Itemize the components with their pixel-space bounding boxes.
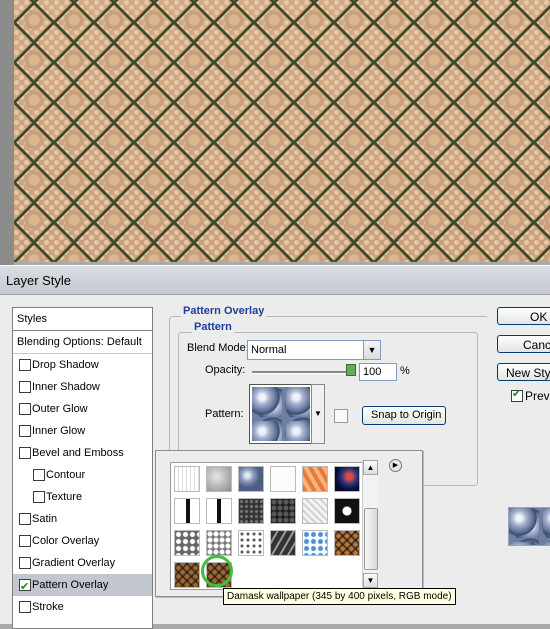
style-checkbox[interactable] [33, 491, 45, 503]
style-item-inner-glow[interactable]: Inner Glow [13, 420, 152, 442]
pattern-thumb-dark-granite[interactable] [238, 498, 264, 524]
style-item-bevel-and-emboss[interactable]: Bevel and Emboss [13, 442, 152, 464]
style-item-drop-shadow[interactable]: Drop Shadow [13, 354, 152, 376]
selected-pattern-highlight-ring [201, 555, 233, 587]
style-item-satin[interactable]: Satin [13, 508, 152, 530]
pattern-thumb-damask-small[interactable] [334, 530, 360, 556]
pattern-thumbnail-grid [170, 462, 364, 590]
scroll-down-arrow-icon[interactable]: ▼ [363, 573, 378, 588]
style-item-label: Bevel and Emboss [32, 447, 124, 459]
style-item-gradient-overlay[interactable]: Gradient Overlay [13, 552, 152, 574]
opacity-label: Opacity: [205, 364, 246, 376]
pattern-dropdown-button[interactable]: ▼ [311, 384, 325, 444]
bubbles-pattern-preview [252, 387, 310, 441]
pattern-thumb-blue-circles[interactable] [302, 530, 328, 556]
pattern-thumb-black-diagonal[interactable] [270, 530, 296, 556]
pattern-thumb-dark-mosaic[interactable] [270, 498, 296, 524]
pattern-thumb-damask-wallpaper[interactable] [174, 562, 200, 588]
pattern-swatch-bubbles[interactable] [249, 384, 313, 444]
pattern-overlay-title: Pattern Overlay [181, 305, 267, 317]
blending-options-item[interactable]: Blending Options: Default [13, 331, 152, 354]
pattern-thumb-orange-tile[interactable] [302, 466, 328, 492]
pattern-thumb-black-line-2[interactable] [206, 498, 232, 524]
scroll-thumb[interactable] [364, 508, 378, 570]
style-item-label: Gradient Overlay [32, 557, 116, 569]
style-item-label: Contour [46, 469, 86, 481]
style-checkbox[interactable] [19, 447, 31, 459]
style-checkbox[interactable] [19, 576, 31, 598]
style-checkbox[interactable] [19, 359, 31, 371]
styles-header[interactable]: Styles [13, 308, 152, 331]
style-checkbox[interactable] [33, 469, 45, 481]
pattern-thumb-dark-blue-space[interactable] [334, 466, 360, 492]
opacity-slider-thumb[interactable] [346, 364, 356, 376]
pattern-thumb-black-line[interactable] [174, 498, 200, 524]
dialog-title: Layer Style [6, 273, 72, 288]
style-item-outer-glow[interactable]: Outer Glow [13, 398, 152, 420]
style-item-label: Color Overlay [32, 535, 100, 547]
blend-mode-value: Normal [251, 344, 287, 356]
preview-checkbox-row[interactable]: Prev [510, 387, 550, 404]
pattern-thumb-gray-lace[interactable] [174, 530, 200, 556]
style-item-label: Texture [46, 491, 83, 503]
document-canvas-damask-pattern [14, 0, 550, 262]
document-edge [0, 0, 14, 265]
style-item-contour[interactable]: Contour [13, 464, 152, 486]
style-checkbox[interactable] [19, 403, 31, 415]
opacity-input[interactable]: 100 [359, 363, 397, 381]
pattern-thumb-sketch-dots[interactable] [174, 466, 200, 492]
pattern-label: Pattern: [205, 408, 244, 420]
ok-button[interactable]: OK [497, 307, 550, 325]
style-item-color-overlay[interactable]: Color Overlay [13, 530, 152, 552]
pattern-group-title: Pattern [192, 321, 234, 333]
style-checkbox[interactable] [19, 535, 31, 547]
style-checkbox[interactable] [19, 557, 31, 569]
style-item-pattern-overlay[interactable]: Pattern Overlay [13, 574, 152, 598]
blend-mode-select[interactable]: Normal ▼ [247, 340, 381, 360]
style-item-label: Inner Glow [32, 425, 86, 437]
pattern-thumb-gray-lace-2[interactable] [206, 530, 232, 556]
opacity-slider-track[interactable] [252, 371, 354, 374]
style-item-label: Drop Shadow [32, 359, 99, 371]
preview-checkbox[interactable] [511, 387, 523, 402]
style-item-texture[interactable]: Texture [13, 486, 152, 508]
style-item-stroke[interactable]: Stroke [13, 596, 152, 618]
style-item-label: Pattern Overlay [32, 579, 109, 591]
preview-label: Prev [525, 389, 550, 403]
dialog-titlebar[interactable]: Layer Style [0, 266, 550, 295]
style-item-label: Inner Shadow [32, 381, 100, 393]
opacity-value: 100 [363, 366, 382, 378]
picker-menu-icon[interactable]: ▶ [389, 459, 402, 472]
style-checkbox[interactable] [19, 425, 31, 437]
style-checkbox[interactable] [19, 381, 31, 393]
triangle-down-icon: ▼ [314, 409, 322, 418]
new-style-button[interactable]: New Sty [497, 363, 550, 381]
pattern-tooltip: Damask wallpaper (345 by 400 pixels, RGB… [223, 588, 456, 605]
styles-list: Styles Blending Options: Default Drop Sh… [12, 307, 153, 629]
picker-scrollbar[interactable]: ▲ ▼ [362, 460, 378, 588]
pattern-picker-popup [155, 450, 423, 597]
pattern-thumb-lace-white[interactable] [238, 530, 264, 556]
style-item-label: Stroke [32, 601, 64, 613]
style-checkbox[interactable] [19, 513, 31, 525]
chevron-down-icon[interactable]: ▼ [363, 341, 380, 359]
style-item-label: Satin [32, 513, 58, 525]
pattern-thumb-blue-bubbles[interactable] [238, 466, 264, 492]
pattern-thumb-white-blank[interactable] [270, 466, 296, 492]
pattern-thumb-black-shapes[interactable] [334, 498, 360, 524]
preview-bubbles [509, 508, 550, 545]
opacity-unit: % [400, 365, 410, 377]
new-preset-icon[interactable] [334, 409, 348, 423]
style-preview-thumbnail [508, 507, 550, 546]
scroll-up-arrow-icon[interactable]: ▲ [363, 460, 378, 475]
pattern-thumb-gray-texture[interactable] [206, 466, 232, 492]
style-item-inner-shadow[interactable]: Inner Shadow [13, 376, 152, 398]
blend-mode-label: Blend Mode: [187, 342, 249, 354]
snap-to-origin-button[interactable]: Snap to Origin [362, 406, 446, 425]
style-checkbox[interactable] [19, 601, 31, 613]
cancel-button[interactable]: Cance [497, 335, 550, 353]
style-item-label: Outer Glow [32, 403, 88, 415]
pattern-thumb-white-stripes[interactable] [302, 498, 328, 524]
